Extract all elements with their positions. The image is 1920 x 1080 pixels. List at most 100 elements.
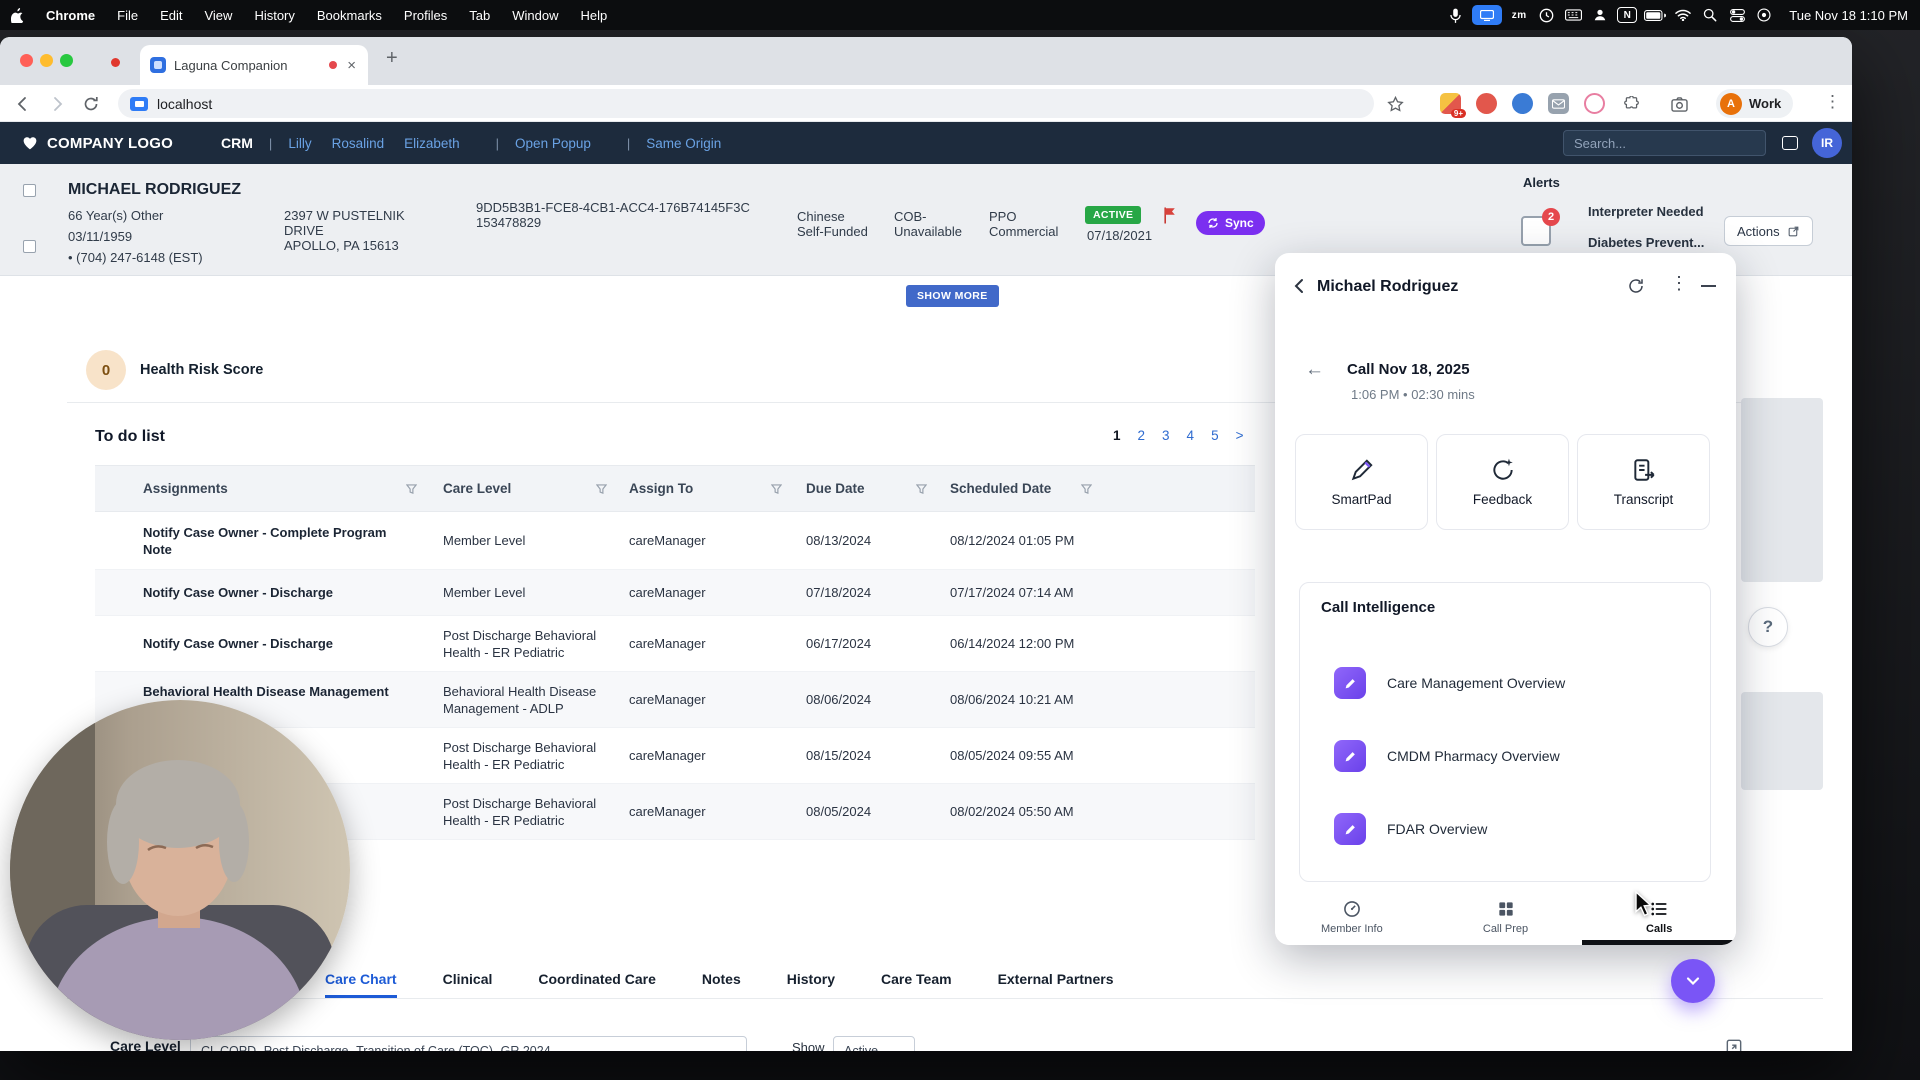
column-header-due-date[interactable]: Due Date — [800, 466, 945, 511]
tab-history[interactable]: History — [787, 971, 835, 998]
window-minimize-button[interactable] — [40, 54, 53, 67]
clock-timer-icon[interactable] — [1536, 6, 1556, 24]
panel-back-icon[interactable] — [1291, 277, 1309, 295]
expand-icon[interactable] — [1726, 1039, 1742, 1051]
keyboard-icon[interactable] — [1563, 6, 1583, 24]
user-avatar[interactable]: IR — [1812, 128, 1842, 158]
actions-button[interactable]: Actions — [1724, 216, 1813, 246]
screen-mirroring-icon[interactable] — [1472, 5, 1502, 25]
page-5[interactable]: 5 — [1211, 428, 1219, 443]
nav-call-prep[interactable]: Call Prep — [1429, 888, 1583, 945]
sync-button[interactable]: Sync — [1196, 211, 1265, 235]
kebab-menu-icon[interactable]: ⋮ — [1670, 273, 1688, 294]
control-center-icon[interactable] — [1727, 6, 1747, 24]
microphone-icon[interactable] — [1445, 6, 1465, 24]
address-bar[interactable]: localhost — [118, 89, 1374, 118]
window-close-button[interactable] — [20, 54, 33, 67]
nav-link-open-popup[interactable]: Open Popup — [515, 136, 591, 151]
tab-notes[interactable]: Notes — [702, 971, 741, 998]
call-back-arrow-icon[interactable]: ← — [1305, 359, 1324, 381]
new-tab-button[interactable]: + — [386, 47, 398, 70]
apple-menu-icon[interactable] — [0, 8, 35, 23]
menubar-item-bookmarks[interactable]: Bookmarks — [306, 8, 393, 23]
feedback-card[interactable]: Feedback — [1436, 434, 1569, 530]
company-logo[interactable]: COMPANY LOGO — [22, 135, 173, 152]
nav-member-info[interactable]: Member Info — [1275, 888, 1429, 945]
user-status-icon[interactable] — [1590, 6, 1610, 24]
table-row[interactable]: Notify Case Owner - Discharge Post Disch… — [95, 616, 1255, 672]
extension-icon-4[interactable] — [1584, 93, 1605, 114]
menubar-item-edit[interactable]: Edit — [149, 8, 193, 23]
webcam-video-overlay[interactable] — [10, 700, 350, 1040]
extension-icon-2[interactable] — [1476, 93, 1497, 114]
tab-clinical[interactable]: Clinical — [443, 971, 493, 998]
menubar-item-tab[interactable]: Tab — [458, 8, 501, 23]
banner-checkbox-1[interactable] — [23, 184, 36, 197]
menubar-item-chrome[interactable]: Chrome — [35, 8, 106, 23]
nav-link-rosalind[interactable]: Rosalind — [332, 136, 385, 151]
extension-icon-3[interactable] — [1512, 93, 1533, 114]
page-2[interactable]: 2 — [1138, 428, 1146, 443]
filter-icon[interactable] — [771, 484, 782, 495]
tab-external-partners[interactable]: External Partners — [998, 971, 1114, 998]
reload-icon[interactable] — [78, 91, 104, 117]
show-filter-select[interactable]: Active — [833, 1036, 915, 1051]
screenshot-tool-icon[interactable] — [1666, 91, 1692, 117]
column-header-assignments[interactable]: Assignments — [140, 466, 435, 511]
table-row[interactable]: Notify Case Owner - Complete Program Not… — [95, 512, 1255, 570]
window-zoom-button[interactable] — [60, 54, 73, 67]
page-next[interactable]: > — [1236, 428, 1244, 443]
nav-calls[interactable]: Calls — [1582, 888, 1736, 945]
transcript-card[interactable]: Transcript — [1577, 434, 1710, 530]
bookmark-star-icon[interactable] — [1382, 91, 1408, 117]
menubar-item-window[interactable]: Window — [501, 8, 569, 23]
column-header-care-level[interactable]: Care Level — [435, 466, 625, 511]
zoom-icon[interactable]: zm — [1509, 6, 1529, 24]
scroll-down-fab[interactable] — [1671, 959, 1715, 1003]
extension-icon-1[interactable]: 9+ — [1440, 93, 1461, 114]
wifi-icon[interactable] — [1673, 6, 1693, 24]
list-item-cmdm-pharmacy[interactable]: CMDM Pharmacy Overview — [1334, 740, 1560, 772]
filter-icon[interactable] — [1081, 484, 1092, 495]
back-icon[interactable] — [10, 91, 36, 117]
page-4[interactable]: 4 — [1187, 428, 1195, 443]
filter-icon[interactable] — [916, 484, 927, 495]
tab-close-icon[interactable]: × — [345, 57, 358, 74]
forward-icon[interactable] — [44, 91, 70, 117]
filter-icon[interactable] — [406, 484, 417, 495]
show-more-button[interactable]: SHOW MORE — [906, 285, 999, 307]
nav-link-lilly[interactable]: Lilly — [288, 136, 311, 151]
menubar-item-help[interactable]: Help — [570, 8, 619, 23]
spotlight-search-icon[interactable] — [1700, 6, 1720, 24]
mail-extension-icon[interactable] — [1548, 93, 1569, 114]
notion-icon[interactable]: N — [1617, 7, 1637, 23]
nav-link-elizabeth[interactable]: Elizabeth — [404, 136, 460, 151]
menubar-item-history[interactable]: History — [243, 8, 305, 23]
extensions-puzzle-icon[interactable] — [1618, 91, 1644, 117]
banner-checkbox-2[interactable] — [23, 240, 36, 253]
table-row[interactable]: Behavioral Health Disease Management - M… — [95, 672, 1255, 728]
search-input[interactable] — [1563, 130, 1766, 156]
menubar-clock[interactable]: Tue Nov 18 1:10 PM — [1781, 8, 1908, 23]
help-button[interactable]: ? — [1748, 607, 1788, 647]
flag-icon[interactable] — [1162, 206, 1178, 225]
column-header-assign-to[interactable]: Assign To — [625, 466, 800, 511]
nav-link-same-origin[interactable]: Same Origin — [646, 136, 721, 151]
menubar-item-file[interactable]: File — [106, 8, 149, 23]
list-item-fdar[interactable]: FDAR Overview — [1334, 813, 1487, 845]
tab-care-chart[interactable]: Care Chart — [325, 971, 397, 998]
refresh-icon[interactable] — [1627, 277, 1645, 295]
menubar-item-profiles[interactable]: Profiles — [393, 8, 458, 23]
battery-icon[interactable] — [1644, 6, 1666, 24]
filter-icon[interactable] — [596, 484, 607, 495]
smartpad-card[interactable]: SmartPad — [1295, 434, 1428, 530]
list-item-care-management[interactable]: Care Management Overview — [1334, 667, 1565, 699]
window-popout-icon[interactable] — [1782, 136, 1798, 150]
browser-tab[interactable]: Laguna Companion × — [140, 45, 368, 85]
page-3[interactable]: 3 — [1162, 428, 1170, 443]
tab-coordinated-care[interactable]: Coordinated Care — [538, 971, 655, 998]
menubar-item-view[interactable]: View — [193, 8, 243, 23]
tab-care-team[interactable]: Care Team — [881, 971, 952, 998]
table-row[interactable]: Notify Case Owner - Discharge Member Lev… — [95, 570, 1255, 616]
minimize-icon[interactable] — [1701, 285, 1716, 287]
